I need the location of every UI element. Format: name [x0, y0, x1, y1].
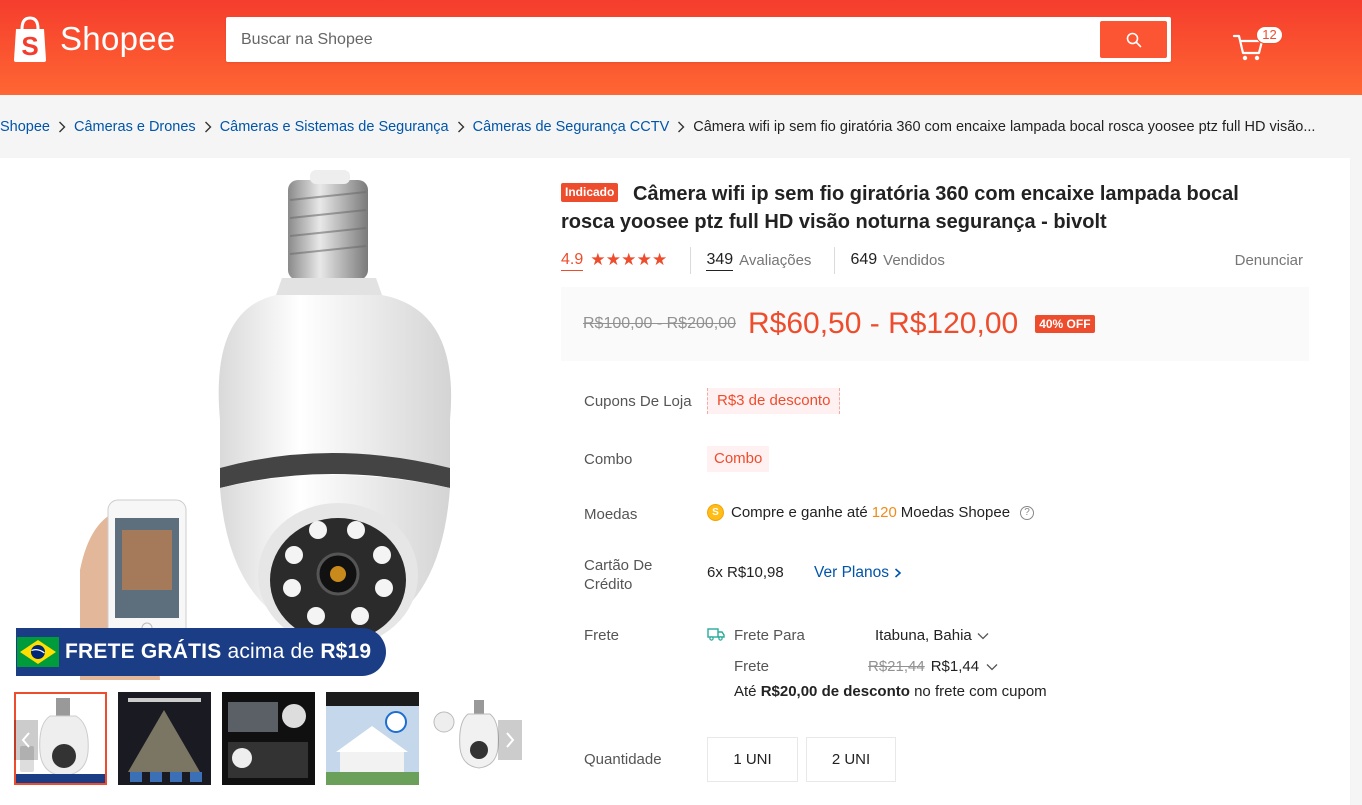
brazil-flag-icon: [17, 637, 59, 667]
sold-label: Vendidos: [883, 251, 945, 269]
svg-text:S: S: [21, 31, 38, 61]
free-shipping-banner: FRETE GRÁTIS acima de R$19: [16, 628, 386, 676]
shipping-label: Frete: [584, 627, 620, 644]
breadcrumb-link-cameras-drones[interactable]: Câmeras e Drones: [74, 119, 196, 135]
ship-fee-label: Frete: [734, 658, 770, 675]
installment-value: 6x R$10,98: [707, 564, 784, 581]
truck-icon: [707, 628, 725, 641]
search-button[interactable]: [1100, 21, 1167, 58]
reviews-label: Avaliações: [739, 251, 812, 269]
help-icon[interactable]: ?: [1020, 505, 1035, 520]
product-title: Câmera wifi ip sem fio giratória 360 com…: [561, 183, 1239, 233]
ship-fee-new: R$1,44: [930, 658, 980, 675]
coins-prefix: Compre e ganhe até: [731, 504, 868, 521]
shopping-bag-logo-icon: S: [14, 16, 46, 62]
reviews-count[interactable]: 349: [706, 250, 734, 271]
coins-info: S Compre e ganhe até 120 Moedas Shopee ?: [707, 504, 1035, 521]
chevron-right-icon: [50, 121, 74, 133]
discount-badge: 40% OFF: [1035, 315, 1095, 333]
rating-row: 4.9 ★★★★★ 349 Avaliações 649 Vendidos De…: [561, 246, 1303, 274]
original-price: R$100,00 - R$200,00: [583, 315, 736, 332]
coins-amount: 120: [871, 504, 897, 521]
thumbnail-next-arrow[interactable]: [498, 720, 522, 760]
coins-label: Moedas: [584, 506, 638, 523]
search-bar: [226, 17, 1171, 62]
banner-light-text: acima de: [227, 640, 315, 663]
thumbnail-strip: [14, 692, 524, 786]
cart-count-badge: 12: [1256, 26, 1283, 44]
breadcrumb-current: Câmera wifi ip sem fio giratória 360 com…: [693, 119, 1316, 135]
chevron-right-icon: [449, 121, 473, 133]
shopee-coin-icon: S: [707, 504, 724, 521]
rating-value[interactable]: 4.9: [561, 250, 584, 271]
shopee-logo[interactable]: S Shopee: [8, 14, 176, 64]
divider: [834, 246, 836, 274]
logo-text: Shopee: [60, 20, 176, 57]
thumbnail-4[interactable]: [326, 692, 419, 785]
ship-to-label: Frete Para: [734, 627, 805, 644]
ship-fee-old: R$21,44: [868, 658, 925, 675]
chevron-right-icon: [506, 732, 515, 748]
bulb-camera-image: [80, 170, 452, 680]
option-1-uni-button[interactable]: 1 UNI: [707, 737, 798, 782]
coupons-label: Cupons De Loja: [584, 393, 692, 410]
store-coupon[interactable]: R$3 de desconto: [707, 388, 841, 414]
see-plans-link[interactable]: Ver Planos: [814, 564, 903, 582]
chevron-down-icon: [977, 632, 989, 639]
sold-count: 649: [850, 251, 878, 268]
chevron-down-icon: [986, 663, 998, 670]
breadcrumb: Shopee Câmeras e Drones Câmeras e Sistem…: [0, 117, 1362, 137]
banner-bold-text: FRETE GRÁTIS: [65, 640, 222, 663]
combo-label: Combo: [584, 451, 633, 468]
option-2-uni-button[interactable]: 2 UNI: [806, 737, 896, 782]
banner-value-text: R$19: [320, 640, 372, 663]
search-icon: [1126, 32, 1141, 47]
product-main-image[interactable]: [10, 170, 532, 680]
price-box: R$100,00 - R$200,00 R$60,50 - R$120,00 4…: [561, 287, 1309, 361]
search-input[interactable]: [226, 17, 1096, 62]
thumbnail-prev-arrow[interactable]: [14, 720, 38, 760]
thumbnail-2[interactable]: [118, 692, 211, 785]
chevron-right-icon: [196, 121, 220, 133]
report-button[interactable]: Denunciar: [1235, 252, 1303, 269]
indicado-badge: Indicado: [561, 183, 619, 202]
coins-suffix: Moedas Shopee: [900, 504, 1011, 521]
current-price: R$60,50 - R$120,00: [748, 307, 1019, 340]
ship-fee-selector[interactable]: R$21,44 R$1,44: [868, 658, 998, 675]
credit-card-label: Cartão De Crédito: [584, 557, 653, 593]
shipping-discount-note: Até R$20,00 de desconto no frete com cup…: [734, 683, 1047, 700]
top-header: S Shopee 12: [0, 0, 1362, 95]
breadcrumb-link-home[interactable]: Shopee: [0, 119, 50, 135]
quantity-label: Quantidade: [584, 751, 662, 768]
divider: [690, 246, 692, 274]
breadcrumb-link-security-systems[interactable]: Câmeras e Sistemas de Segurança: [220, 119, 449, 135]
combo-button[interactable]: Combo: [707, 446, 770, 472]
chevron-left-icon: [21, 732, 30, 748]
thumbnail-3[interactable]: [222, 692, 315, 785]
breadcrumb-link-cctv[interactable]: Câmeras de Segurança CCTV: [473, 119, 670, 135]
chevron-right-icon: [894, 568, 902, 578]
ship-to-selector[interactable]: Itabuna, Bahia: [875, 627, 989, 644]
chevron-right-icon: [669, 121, 693, 133]
star-rating-icon: ★★★★★: [590, 250, 668, 269]
